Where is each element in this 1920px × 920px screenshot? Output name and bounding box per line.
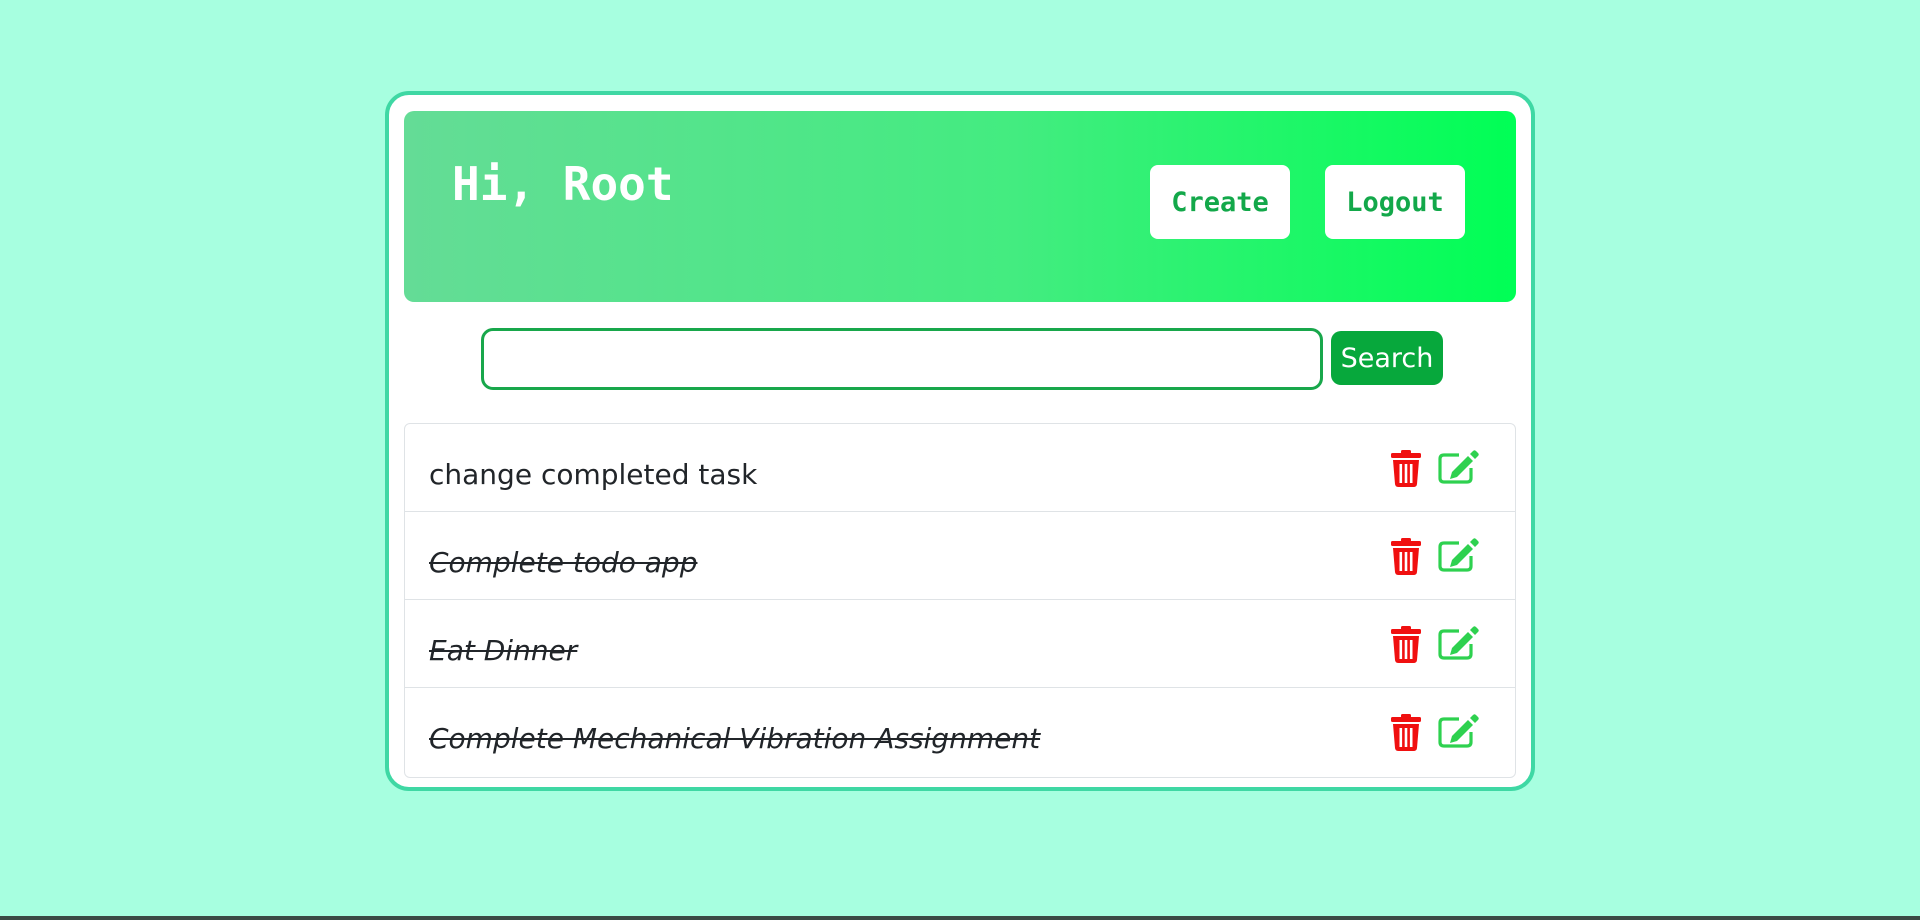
- create-button[interactable]: Create: [1150, 165, 1290, 239]
- trash-icon: [1391, 626, 1421, 663]
- edit-button[interactable]: [1437, 536, 1479, 573]
- edit-button[interactable]: [1437, 624, 1479, 661]
- todo-card: Hi, Root Create Logout Search change com…: [385, 91, 1535, 791]
- delete-button[interactable]: [1390, 450, 1422, 487]
- greeting-title: Hi, Root: [452, 157, 674, 211]
- pencil-square-icon: [1438, 714, 1479, 748]
- trash-icon: [1391, 714, 1421, 751]
- pencil-square-icon: [1438, 626, 1479, 660]
- trash-icon: [1391, 450, 1421, 487]
- todo-list: change completed task Complete todo app …: [404, 423, 1516, 778]
- todo-text[interactable]: Eat Dinner: [429, 634, 577, 668]
- todo-item: Complete todo app: [405, 512, 1515, 600]
- trash-icon: [1391, 538, 1421, 575]
- todo-item: Complete Mechanical Vibration Assignment: [405, 688, 1515, 777]
- logout-button[interactable]: Logout: [1325, 165, 1465, 239]
- pencil-square-icon: [1438, 538, 1479, 572]
- pencil-square-icon: [1438, 450, 1479, 484]
- delete-button[interactable]: [1390, 626, 1422, 663]
- todo-item: Eat Dinner: [405, 600, 1515, 688]
- search-input[interactable]: [481, 328, 1323, 390]
- edit-button[interactable]: [1437, 712, 1479, 749]
- search-button[interactable]: Search: [1331, 331, 1443, 385]
- todo-text[interactable]: Complete todo app: [429, 546, 697, 580]
- window-bottom-edge: [0, 916, 1920, 920]
- todo-text[interactable]: Complete Mechanical Vibration Assignment: [429, 722, 1040, 756]
- delete-button[interactable]: [1390, 538, 1422, 575]
- header-banner: Hi, Root Create Logout: [404, 111, 1516, 302]
- todo-item: change completed task: [405, 424, 1515, 512]
- todo-text[interactable]: change completed task: [429, 458, 757, 492]
- delete-button[interactable]: [1390, 714, 1422, 751]
- edit-button[interactable]: [1437, 448, 1479, 485]
